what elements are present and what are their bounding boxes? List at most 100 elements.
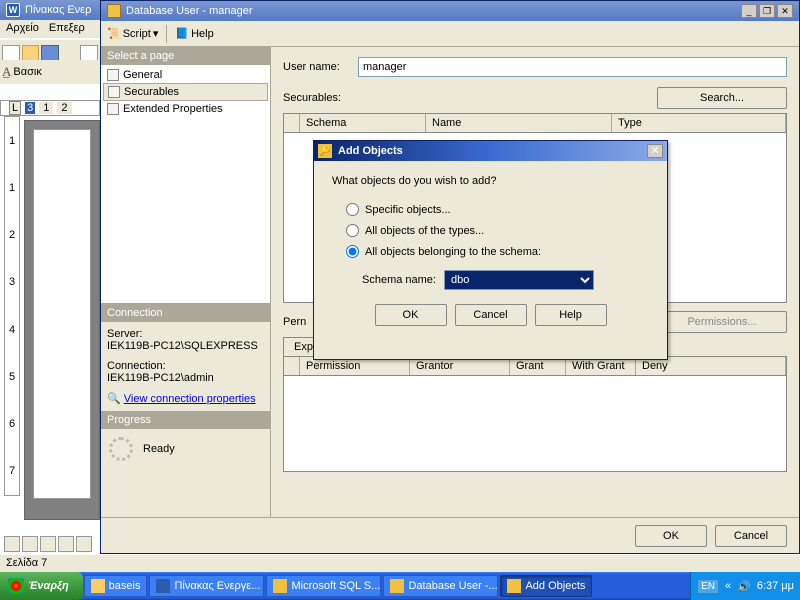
dialog-question: What objects do you wish to add? bbox=[332, 175, 649, 187]
page-list[interactable]: General Securables Extended Properties bbox=[101, 65, 270, 304]
dialog-titlebar[interactable]: Add Objects ✕ bbox=[314, 141, 667, 161]
restore-button[interactable]: ❐ bbox=[759, 4, 775, 18]
menu-edit[interactable]: Επεξερ bbox=[49, 22, 85, 36]
key-icon bbox=[318, 144, 332, 158]
col-name[interactable]: Name bbox=[426, 114, 612, 132]
view-connection-properties-link[interactable]: View connection properties bbox=[124, 393, 256, 405]
left-panel: Select a page General Securables Extende… bbox=[101, 47, 271, 517]
server-label: Server: bbox=[107, 328, 264, 340]
taskbar-task[interactable]: Add Objects bbox=[500, 575, 592, 597]
taskbar-task[interactable]: Database User -... bbox=[383, 575, 498, 597]
page-icon bbox=[108, 86, 120, 98]
view-outline-icon[interactable] bbox=[58, 536, 74, 552]
radio-label: All objects belonging to the schema: bbox=[365, 246, 541, 258]
connection-info: Server: IEK119B-PC12\SQLEXPRESS Connecti… bbox=[101, 322, 270, 411]
ssms-title-text: Database User - manager bbox=[126, 5, 253, 17]
col-schema[interactable]: Schema bbox=[300, 114, 426, 132]
tray-expand-icon[interactable]: « bbox=[725, 580, 731, 592]
system-tray[interactable]: EN « 🔊 6:37 μμ bbox=[690, 572, 800, 600]
taskbar[interactable]: Έναρξη baseis Πίνακας Ενεργε... Microsoft … bbox=[0, 572, 800, 600]
page-securables[interactable]: Securables bbox=[103, 83, 268, 101]
minimize-button[interactable]: _ bbox=[741, 4, 757, 18]
task-label: Πίνακας Ενεργε... bbox=[174, 580, 260, 592]
schema-name-label: Schema name: bbox=[362, 274, 436, 286]
task-label: Add Objects bbox=[525, 580, 585, 592]
word-document-area bbox=[24, 120, 100, 520]
page-general[interactable]: General bbox=[103, 67, 268, 83]
progress-header: Progress bbox=[101, 411, 270, 429]
cancel-button[interactable]: Cancel bbox=[715, 525, 787, 547]
row-header bbox=[284, 114, 300, 132]
word-icon: W bbox=[6, 3, 20, 17]
word-statusbar: Σελίδα 7 bbox=[0, 554, 800, 572]
connection-value: IEK119B-PC12\admin bbox=[107, 372, 264, 384]
schema-name-select[interactable]: dbo bbox=[444, 270, 594, 290]
radio-all-schema[interactable]: All objects belonging to the schema: bbox=[332, 241, 649, 262]
username-input[interactable] bbox=[358, 57, 787, 77]
add-objects-dialog: Add Objects ✕ What objects do you wish t… bbox=[313, 140, 668, 360]
connection-label: Connection: bbox=[107, 360, 264, 372]
task-icon bbox=[156, 579, 170, 593]
word-menu[interactable]: Αρχείο Επεξερ bbox=[0, 20, 100, 38]
page-extended-properties[interactable]: Extended Properties bbox=[103, 101, 268, 117]
radio-specific-objects[interactable]: Specific objects... bbox=[332, 199, 649, 220]
row-header bbox=[284, 357, 300, 375]
word-format-toolbar: A̲ Βασικ bbox=[0, 60, 100, 84]
close-button[interactable]: ✕ bbox=[777, 4, 793, 18]
horizontal-ruler[interactable]: L 3 1 2 bbox=[0, 100, 100, 116]
task-icon bbox=[507, 579, 521, 593]
col-type[interactable]: Type bbox=[612, 114, 786, 132]
radio-label: Specific objects... bbox=[365, 204, 451, 216]
dialog-title-text: Add Objects bbox=[338, 145, 403, 157]
ok-button[interactable]: OK bbox=[635, 525, 707, 547]
task-icon bbox=[91, 579, 105, 593]
radio-label: All objects of the types... bbox=[365, 225, 484, 237]
task-label: baseis bbox=[109, 580, 141, 592]
progress-box: Ready bbox=[101, 429, 270, 469]
connection-header: Connection bbox=[101, 304, 270, 322]
view-reading-icon[interactable] bbox=[76, 536, 92, 552]
radio-input[interactable] bbox=[346, 203, 359, 216]
radio-input[interactable] bbox=[346, 245, 359, 258]
dialog-cancel-button[interactable]: Cancel bbox=[455, 304, 527, 326]
help-button[interactable]: 📘 Help bbox=[175, 27, 213, 40]
securables-label: Securables: bbox=[283, 92, 341, 104]
aa-icon[interactable]: A̲ bbox=[2, 64, 11, 80]
radio-input[interactable] bbox=[346, 224, 359, 237]
ssms-toolbar: 📜 Script ▾ 📘 Help bbox=[101, 21, 799, 47]
task-label: Microsoft SQL S... bbox=[291, 580, 380, 592]
dialog-close-button[interactable]: ✕ bbox=[647, 144, 663, 158]
permissions-label: Pern bbox=[283, 316, 306, 328]
start-button[interactable]: Έναρξη bbox=[0, 572, 83, 600]
language-indicator[interactable]: EN bbox=[697, 579, 719, 594]
spinner-icon bbox=[109, 437, 133, 461]
word-page[interactable] bbox=[33, 129, 91, 499]
taskbar-task[interactable]: baseis bbox=[84, 575, 148, 597]
task-label: Database User -... bbox=[408, 580, 497, 592]
ssms-titlebar[interactable]: Database User - manager _ ❐ ✕ bbox=[101, 1, 799, 21]
windows-logo-icon bbox=[8, 578, 24, 594]
dialog-ok-button[interactable]: OK bbox=[375, 304, 447, 326]
vertical-ruler[interactable]: 1 1 2 3 4 5 6 7 bbox=[4, 116, 20, 496]
view-normal-icon[interactable] bbox=[4, 536, 20, 552]
permissions-grid[interactable]: Permission Grantor Grant With Grant Deny bbox=[283, 356, 787, 472]
page-indicator: Σελίδα 7 bbox=[6, 557, 47, 569]
page-icon bbox=[107, 69, 119, 81]
font-box[interactable]: Βασικ bbox=[13, 66, 41, 78]
script-button[interactable]: 📜 Script ▾ bbox=[107, 27, 158, 40]
taskbar-task[interactable]: Microsoft SQL S... bbox=[266, 575, 381, 597]
dialog-help-button[interactable]: Help bbox=[535, 304, 607, 326]
permissions-button: Permissions... bbox=[657, 311, 787, 333]
progress-text: Ready bbox=[143, 443, 175, 455]
taskbar-task[interactable]: Πίνακας Ενεργε... bbox=[149, 575, 264, 597]
search-button[interactable]: Search... bbox=[657, 87, 787, 109]
username-label: User name: bbox=[283, 61, 358, 73]
view-print-icon[interactable] bbox=[40, 536, 56, 552]
view-buttons[interactable] bbox=[4, 536, 92, 552]
db-user-icon bbox=[107, 4, 121, 18]
radio-all-types[interactable]: All objects of the types... bbox=[332, 220, 649, 241]
server-value: IEK119B-PC12\SQLEXPRESS bbox=[107, 340, 264, 352]
menu-file[interactable]: Αρχείο bbox=[6, 22, 39, 36]
view-web-icon[interactable] bbox=[22, 536, 38, 552]
task-icon bbox=[273, 579, 287, 593]
